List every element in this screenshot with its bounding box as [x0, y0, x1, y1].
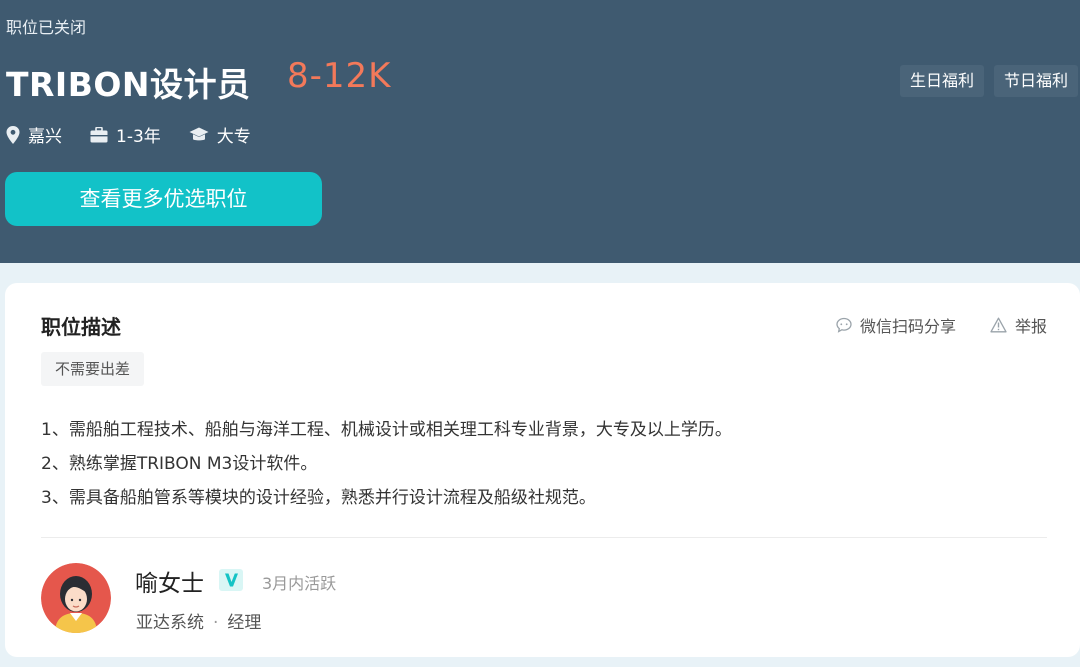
experience-text: 1-3年 — [116, 127, 161, 147]
avatar[interactable] — [41, 563, 111, 633]
job-title: TRIBON设计员 — [6, 65, 251, 104]
recruiter-role: 经理 — [227, 613, 262, 633]
share-label: 微信扫码分享 — [859, 317, 956, 336]
recruiter-name: 喻女士 — [135, 571, 204, 597]
wechat-share-button[interactable]: 微信扫码分享 — [836, 313, 956, 337]
salary: 8-12K — [287, 56, 392, 96]
description-line: 2、熟练掌握TRIBON M3设计软件。 — [41, 454, 318, 474]
recruiter-avatar-icon — [41, 563, 111, 633]
location-pin-icon — [6, 125, 20, 144]
warning-icon — [990, 317, 1007, 333]
recruiter-active-status: 3月内活跃 — [262, 574, 337, 593]
travel-tag: 不需要出差 — [41, 352, 145, 386]
description-body: 1、需船舶工程技术、船舶与海洋工程、机械设计或相关理工科专业背景，大专及以上学历… — [41, 413, 732, 515]
report-label: 举报 — [1014, 317, 1047, 336]
job-header: 职位已关闭 TRIBON设计员 8-12K 生日福利 节日福利 嘉兴 1-3年 — [0, 0, 1080, 263]
card-actions: 微信扫码分享 举报 — [836, 313, 1047, 337]
description-line: 1、需船舶工程技术、船舶与海洋工程、机械设计或相关理工科专业背景，大专及以上学历… — [41, 420, 732, 440]
location: 嘉兴 — [6, 122, 62, 147]
benefit-tag-holiday: 节日福利 — [993, 65, 1078, 97]
more-jobs-button[interactable]: 查看更多优选职位 — [5, 172, 322, 226]
job-description-card: 职位描述 微信扫码分享 举报 不需要出差 1、需船舶工程技术、船舶与海洋工程、机… — [5, 283, 1080, 657]
location-text: 嘉兴 — [28, 127, 62, 147]
education: 大专 — [189, 122, 251, 147]
report-button[interactable]: 举报 — [990, 313, 1047, 337]
verified-badge — [219, 569, 243, 591]
job-status: 职位已关闭 — [6, 18, 87, 37]
graduation-cap-icon — [189, 127, 209, 140]
verified-v-icon — [225, 573, 238, 587]
benefit-tags: 生日福利 节日福利 — [899, 65, 1078, 97]
separator: · — [213, 613, 219, 633]
briefcase-icon — [90, 126, 108, 142]
experience: 1-3年 — [90, 122, 161, 147]
divider — [41, 537, 1047, 538]
chat-bubble-icon — [836, 317, 852, 333]
company-name: 亚达系统 — [136, 613, 204, 633]
job-meta: 嘉兴 1-3年 大专 — [6, 122, 279, 147]
benefit-tag-birthday: 生日福利 — [899, 65, 984, 97]
description-title: 职位描述 — [41, 315, 121, 339]
description-line: 3、需具备船舶管系等模块的设计经验，熟悉并行设计流程及船级社规范。 — [41, 488, 596, 508]
education-text: 大专 — [216, 127, 251, 147]
recruiter-company: 亚达系统 · 经理 — [136, 608, 261, 633]
